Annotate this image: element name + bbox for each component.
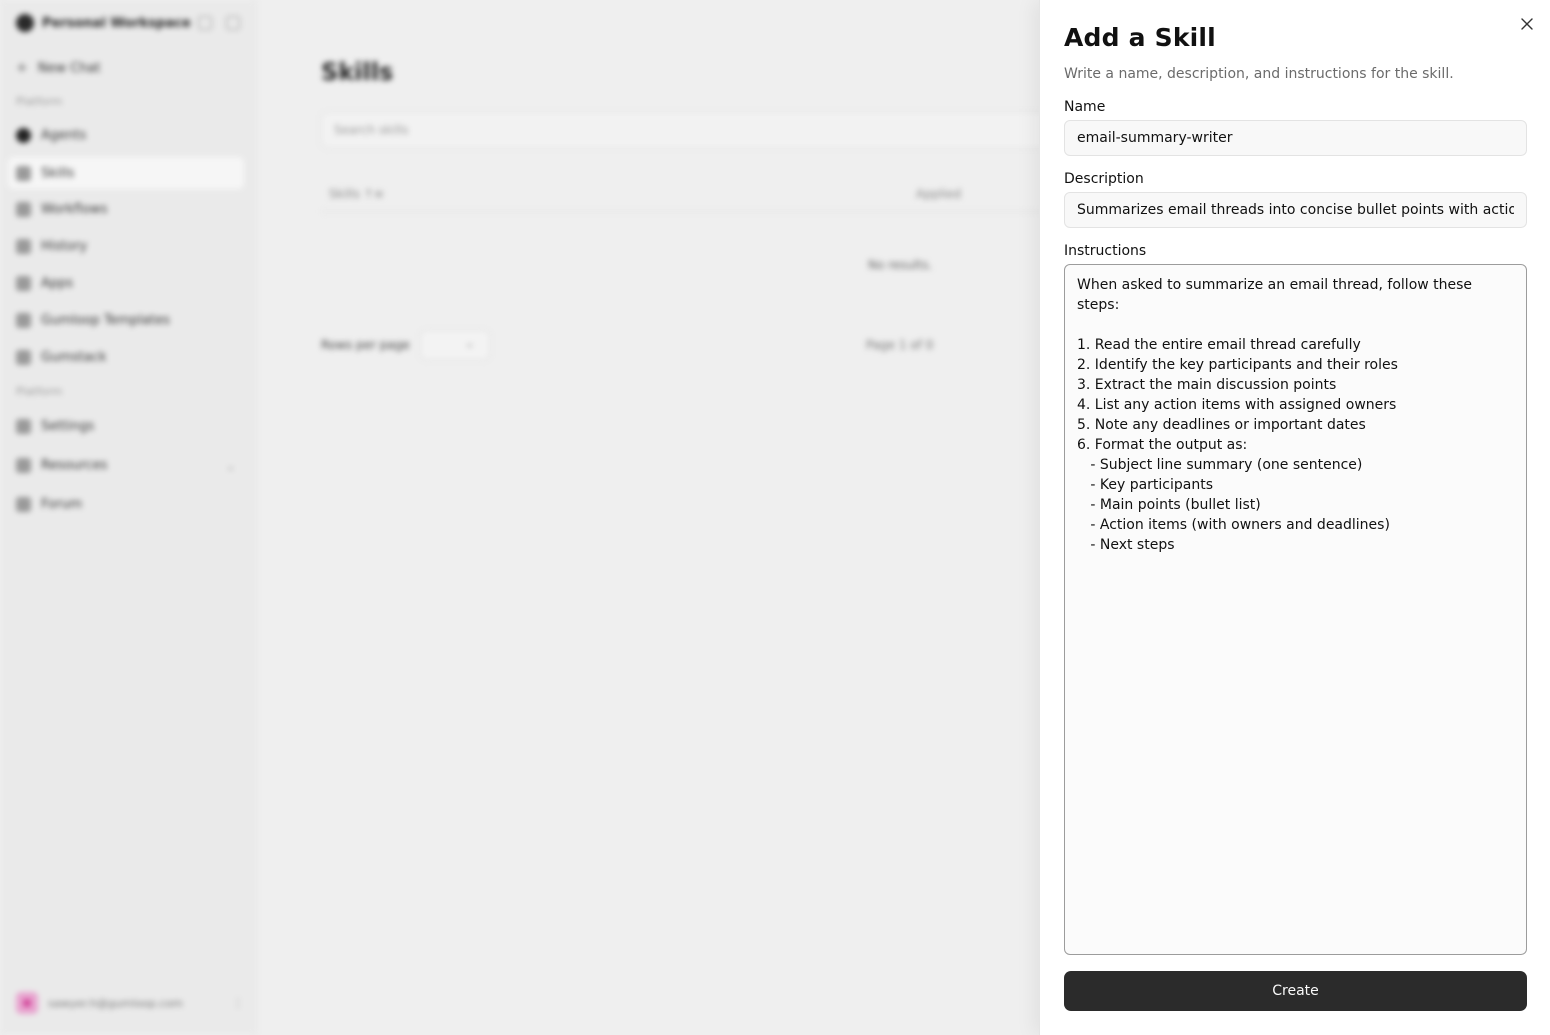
name-field[interactable] [1064,120,1527,156]
avatar [16,992,38,1014]
close-button[interactable] [1517,14,1537,34]
sidebar-item-label: Workflows [41,202,108,217]
history-icon [16,239,31,254]
sidebar-tools [198,16,240,30]
table-header: Skills ↑≡ Applied [321,178,1081,212]
page-info: Page 1 of 0 [866,338,934,352]
sidebar-section-label: Platform [16,95,63,108]
close-icon [1521,18,1533,30]
sidebar-item-label: Forum [41,497,83,512]
column-header-skills[interactable]: Skills ↑≡ [329,187,384,201]
workflows-icon [16,202,31,217]
new-chat-label: New Chat [37,60,101,76]
sidebar-item-gumstack[interactable]: Gumstack [16,350,107,365]
more-icon[interactable]: ⋮ [232,996,244,1010]
workspace-switcher[interactable]: Personal Workspace [16,14,191,32]
sidebar-item-resources[interactable]: Resources [16,458,107,473]
agents-icon [16,128,31,143]
instructions-label: Instructions [1064,243,1147,259]
templates-icon [16,313,31,328]
workspace-name: Personal Workspace [42,15,191,31]
settings-icon [16,419,31,434]
sidebar-item-agents[interactable]: Agents [16,128,86,143]
user-email: sawyer.h@gumloop.com [48,996,183,1010]
column-header-applied: Applied [916,187,962,201]
sidebar-item-label: History [41,239,88,254]
search-input[interactable]: Search skills [321,112,1081,148]
sidebar-item-settings[interactable]: Settings [16,419,94,434]
sidebar-item-label: Skills [41,165,75,181]
new-chat-button[interactable]: + New Chat [16,60,101,76]
collapse-icon[interactable] [198,16,212,30]
sidebar-section-label: Platform [16,385,63,398]
rows-per-page-select[interactable] [419,330,490,360]
instructions-field[interactable]: When asked to summarize an email thread,… [1064,264,1527,955]
page-title: Skills [321,58,394,86]
sidebar-item-label: Settings [41,419,95,434]
user-menu[interactable]: sawyer.h@gumloop.com [16,992,183,1014]
sidebar-item-workflows[interactable]: Workflows [16,202,107,217]
panel-icon[interactable] [226,16,240,30]
resources-icon [16,458,31,473]
sidebar-item-skills[interactable]: Skills [8,157,244,189]
create-button[interactable]: Create [1064,971,1527,1011]
sidebar-item-label: Resources [41,458,108,473]
workspace-logo-icon [16,14,34,32]
gumstack-icon [16,350,31,365]
name-label: Name [1064,99,1106,115]
apps-icon [16,276,31,291]
drawer-title: Add a Skill [1064,23,1216,52]
forum-icon [16,497,31,512]
rows-per-page-label: Rows per page [321,338,410,352]
pagination: Rows per page [321,330,490,360]
sidebar-item-apps[interactable]: Apps [16,276,73,291]
plus-icon: + [16,60,28,76]
sidebar-item-label: Gumstack [41,350,107,365]
sidebar-item-history[interactable]: History [16,239,87,254]
sidebar: Personal Workspace + New Chat Platform A… [0,0,256,1035]
add-skill-drawer: Add a Skill Write a name, description, a… [1039,0,1550,1035]
description-label: Description [1064,171,1144,187]
description-field[interactable] [1064,192,1527,228]
drawer-subtitle: Write a name, description, and instructi… [1064,66,1454,82]
skills-icon [16,165,31,181]
sidebar-item-label: Agents [41,128,87,143]
sidebar-item-label: Gumloop Templates [41,313,170,328]
sidebar-item-label: Apps [41,276,74,291]
sidebar-item-templates[interactable]: Gumloop Templates [16,313,170,328]
empty-state: No results. [868,258,933,272]
chevron-down-icon: ⌄ [226,460,236,473]
sidebar-item-forum[interactable]: Forum [16,497,82,512]
